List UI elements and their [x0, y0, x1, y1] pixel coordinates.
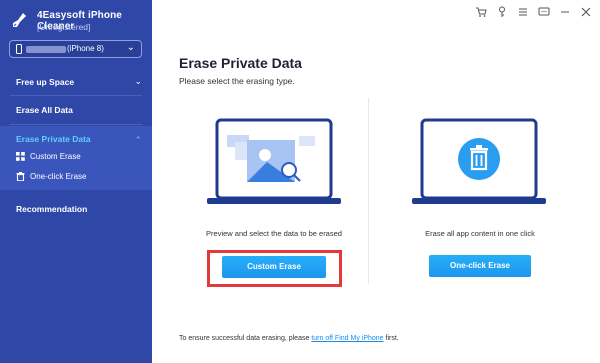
find-my-iphone-link[interactable]: turn off Find My iPhone [311, 335, 383, 342]
highlight-box [207, 250, 342, 287]
chevron-down-icon: ⌄ [126, 42, 135, 53]
page-subtitle: Please select the erasing type. [179, 76, 295, 86]
one-click-erase-illustration [412, 118, 546, 204]
trash-icon [16, 172, 25, 181]
chevron-up-icon[interactable]: ⌃ [134, 135, 142, 146]
device-label: (iPhone 8) [67, 44, 104, 53]
feedback-icon[interactable] [538, 6, 550, 18]
broom-logo-icon [13, 13, 26, 27]
nav-one-click-erase[interactable]: One-click Erase [30, 172, 86, 181]
nav-divider [10, 95, 142, 96]
sidebar: 4Easysoft iPhone Cleaner [Unregistered] … [0, 0, 152, 363]
device-name-redacted [26, 46, 66, 53]
footer-prefix: To ensure successful data erasing, pleas… [179, 335, 312, 342]
custom-erase-description: Preview and select the data to be erased [206, 229, 342, 238]
close-icon[interactable] [580, 6, 592, 18]
device-selector[interactable]: (iPhone 8) ⌄ [9, 40, 142, 58]
one-click-erase-description: Erase all app content in one click [425, 229, 535, 238]
nav-divider [10, 124, 142, 125]
nav-custom-erase[interactable]: Custom Erase [30, 152, 81, 161]
one-click-erase-button[interactable]: One-click Erase [429, 255, 531, 277]
grid-icon [16, 152, 25, 161]
menu-icon[interactable] [517, 6, 529, 18]
key-icon[interactable] [496, 6, 508, 18]
registration-status: [Unregistered] [37, 22, 91, 32]
footer-note: To ensure successful data erasing, pleas… [179, 335, 399, 342]
custom-erase-illustration [207, 118, 341, 204]
chevron-down-icon[interactable]: ⌄ [134, 76, 142, 87]
nav-erase-private-data[interactable]: Erase Private Data [16, 134, 91, 144]
vertical-divider [368, 98, 369, 284]
minimize-icon[interactable] [559, 6, 571, 18]
footer-suffix: first. [383, 335, 399, 342]
nav-erase-all-data[interactable]: Erase All Data [16, 105, 73, 115]
page-title: Erase Private Data [179, 55, 302, 71]
cart-icon[interactable] [475, 6, 487, 18]
nav-free-up-space[interactable]: Free up Space [16, 77, 74, 87]
phone-icon [16, 44, 22, 54]
nav-recommendation[interactable]: Recommendation [16, 204, 87, 214]
window-controls [475, 5, 592, 19]
